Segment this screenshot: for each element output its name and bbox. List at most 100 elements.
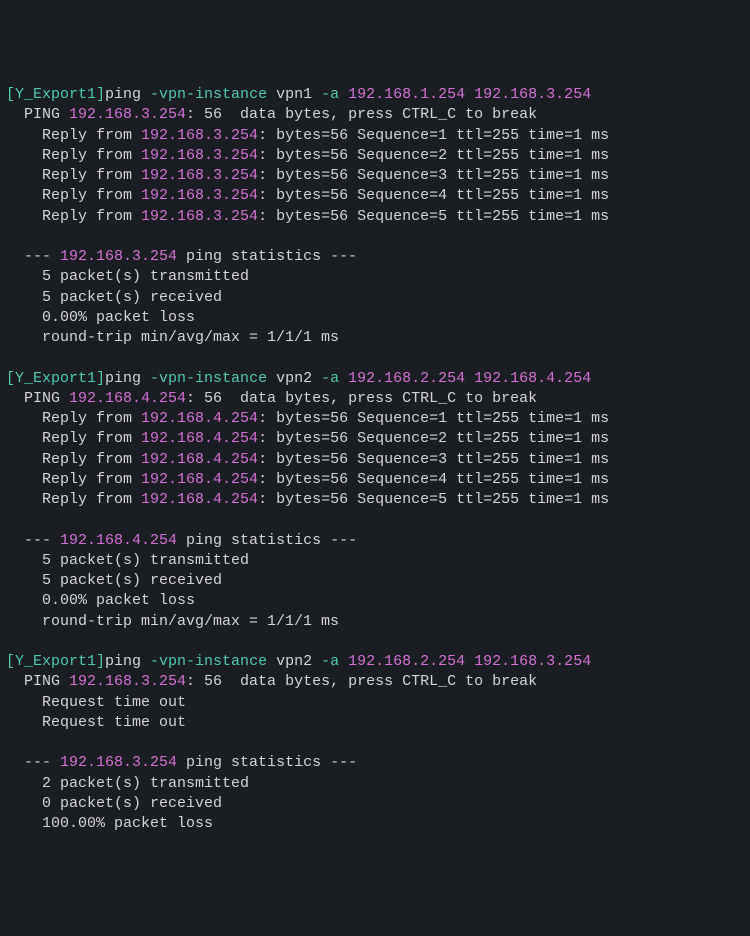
terminal-line: 5 packet(s) transmitted bbox=[6, 267, 744, 287]
reply-prefix: Reply from bbox=[6, 430, 141, 447]
ping-header-text: : 56 data bytes, press CTRL_C to break bbox=[186, 673, 537, 690]
terminal-line: 100.00% packet loss bbox=[6, 814, 744, 834]
terminal-line: --- 192.168.3.254 ping statistics --- bbox=[6, 753, 744, 773]
reply-prefix: Reply from bbox=[6, 471, 141, 488]
terminal-line: Request time out bbox=[6, 713, 744, 733]
stats-line: 0.00% packet loss bbox=[6, 592, 195, 609]
reply-prefix: Reply from bbox=[6, 167, 141, 184]
flag-source: -a bbox=[321, 370, 339, 387]
terminal-line bbox=[6, 510, 744, 530]
command-name: ping bbox=[105, 370, 150, 387]
stats-line: 100.00% packet loss bbox=[6, 815, 213, 832]
stats-label: ping statistics --- bbox=[177, 754, 357, 771]
dest-ip: 192.168.3.254 bbox=[474, 86, 591, 103]
reply-detail: : bytes=56 Sequence=3 ttl=255 time=1 ms bbox=[258, 451, 609, 468]
ping-label: PING bbox=[6, 390, 69, 407]
terminal-line: [Y_Export1]ping -vpn-instance vpn1 -a 19… bbox=[6, 85, 744, 105]
reply-prefix: Reply from bbox=[6, 451, 141, 468]
terminal-line: PING 192.168.3.254: 56 data bytes, press… bbox=[6, 672, 744, 692]
terminal-line: PING 192.168.4.254: 56 data bytes, press… bbox=[6, 389, 744, 409]
reply-ip: 192.168.3.254 bbox=[141, 208, 258, 225]
flag-source: -a bbox=[321, 86, 339, 103]
stats-line: 0.00% packet loss bbox=[6, 309, 195, 326]
terminal-line: round-trip min/avg/max = 1/1/1 ms bbox=[6, 328, 744, 348]
reply-ip: 192.168.3.254 bbox=[141, 167, 258, 184]
terminal-line: Reply from 192.168.4.254: bytes=56 Seque… bbox=[6, 409, 744, 429]
source-ip: 192.168.2.254 bbox=[348, 653, 465, 670]
flag-vpn-instance: -vpn-instance bbox=[150, 370, 267, 387]
reply-detail: : bytes=56 Sequence=4 ttl=255 time=1 ms bbox=[258, 187, 609, 204]
reply-detail: : bytes=56 Sequence=4 ttl=255 time=1 ms bbox=[258, 471, 609, 488]
prompt: [Y_Export1] bbox=[6, 653, 105, 670]
terminal-line: Reply from 192.168.3.254: bytes=56 Seque… bbox=[6, 146, 744, 166]
reply-detail: : bytes=56 Sequence=2 ttl=255 time=1 ms bbox=[258, 147, 609, 164]
flag-vpn-instance: -vpn-instance bbox=[150, 653, 267, 670]
reply-prefix: Reply from bbox=[6, 410, 141, 427]
source-ip: 192.168.1.254 bbox=[348, 86, 465, 103]
ping-target-ip: 192.168.4.254 bbox=[69, 390, 186, 407]
terminal-output: [Y_Export1]ping -vpn-instance vpn1 -a 19… bbox=[6, 85, 744, 834]
terminal-line bbox=[6, 348, 744, 368]
terminal-line: Reply from 192.168.3.254: bytes=56 Seque… bbox=[6, 186, 744, 206]
reply-ip: 192.168.4.254 bbox=[141, 430, 258, 447]
stats-line: 5 packet(s) transmitted bbox=[6, 268, 249, 285]
prompt: [Y_Export1] bbox=[6, 370, 105, 387]
terminal-line: 0 packet(s) received bbox=[6, 794, 744, 814]
reply-ip: 192.168.4.254 bbox=[141, 410, 258, 427]
stats-dashes: --- bbox=[6, 532, 60, 549]
reply-detail: : bytes=56 Sequence=5 ttl=255 time=1 ms bbox=[258, 491, 609, 508]
stats-dashes: --- bbox=[6, 754, 60, 771]
terminal-line: 5 packet(s) transmitted bbox=[6, 551, 744, 571]
reply-detail: : bytes=56 Sequence=3 ttl=255 time=1 ms bbox=[258, 167, 609, 184]
reply-prefix: Reply from bbox=[6, 147, 141, 164]
vpn-name: vpn2 bbox=[267, 653, 321, 670]
reply-ip: 192.168.3.254 bbox=[141, 187, 258, 204]
terminal-line: Reply from 192.168.4.254: bytes=56 Seque… bbox=[6, 470, 744, 490]
terminal-line: 0.00% packet loss bbox=[6, 591, 744, 611]
reply-detail: : bytes=56 Sequence=2 ttl=255 time=1 ms bbox=[258, 430, 609, 447]
vpn-name: vpn2 bbox=[267, 370, 321, 387]
reply-detail: : bytes=56 Sequence=1 ttl=255 time=1 ms bbox=[258, 127, 609, 144]
reply-prefix: Reply from bbox=[6, 127, 141, 144]
stats-line: round-trip min/avg/max = 1/1/1 ms bbox=[6, 329, 339, 346]
terminal-line bbox=[6, 733, 744, 753]
terminal-line: Reply from 192.168.4.254: bytes=56 Seque… bbox=[6, 429, 744, 449]
terminal-line: Reply from 192.168.3.254: bytes=56 Seque… bbox=[6, 126, 744, 146]
terminal-line: --- 192.168.3.254 ping statistics --- bbox=[6, 247, 744, 267]
terminal-line: Reply from 192.168.4.254: bytes=56 Seque… bbox=[6, 450, 744, 470]
stats-line: 5 packet(s) received bbox=[6, 289, 222, 306]
reply-prefix: Reply from bbox=[6, 208, 141, 225]
command-name: ping bbox=[105, 86, 150, 103]
terminal-line: round-trip min/avg/max = 1/1/1 ms bbox=[6, 612, 744, 632]
terminal-line: Request time out bbox=[6, 693, 744, 713]
reply-ip: 192.168.4.254 bbox=[141, 491, 258, 508]
stats-ip: 192.168.3.254 bbox=[60, 248, 177, 265]
stats-label: ping statistics --- bbox=[177, 248, 357, 265]
dest-ip: 192.168.4.254 bbox=[474, 370, 591, 387]
reply-detail: : bytes=56 Sequence=1 ttl=255 time=1 ms bbox=[258, 410, 609, 427]
terminal-line: 5 packet(s) received bbox=[6, 571, 744, 591]
reply-ip: 192.168.4.254 bbox=[141, 471, 258, 488]
stats-line: 5 packet(s) transmitted bbox=[6, 552, 249, 569]
ping-label: PING bbox=[6, 673, 69, 690]
dest-ip: 192.168.3.254 bbox=[474, 653, 591, 670]
reply-ip: 192.168.3.254 bbox=[141, 147, 258, 164]
reply-prefix: Reply from bbox=[6, 187, 141, 204]
stats-line: 2 packet(s) transmitted bbox=[6, 775, 249, 792]
terminal-line: [Y_Export1]ping -vpn-instance vpn2 -a 19… bbox=[6, 369, 744, 389]
terminal-line: Reply from 192.168.4.254: bytes=56 Seque… bbox=[6, 490, 744, 510]
vpn-name: vpn1 bbox=[267, 86, 321, 103]
ping-target-ip: 192.168.3.254 bbox=[69, 673, 186, 690]
reply-prefix: Reply from bbox=[6, 491, 141, 508]
ping-header-text: : 56 data bytes, press CTRL_C to break bbox=[186, 390, 537, 407]
terminal-line: PING 192.168.3.254: 56 data bytes, press… bbox=[6, 105, 744, 125]
prompt: [Y_Export1] bbox=[6, 86, 105, 103]
timeout-line: Request time out bbox=[6, 694, 186, 711]
stats-label: ping statistics --- bbox=[177, 532, 357, 549]
terminal-line: 5 packet(s) received bbox=[6, 288, 744, 308]
stats-line: 0 packet(s) received bbox=[6, 795, 222, 812]
ping-label: PING bbox=[6, 106, 69, 123]
ping-target-ip: 192.168.3.254 bbox=[69, 106, 186, 123]
stats-dashes: --- bbox=[6, 248, 60, 265]
timeout-line: Request time out bbox=[6, 714, 186, 731]
